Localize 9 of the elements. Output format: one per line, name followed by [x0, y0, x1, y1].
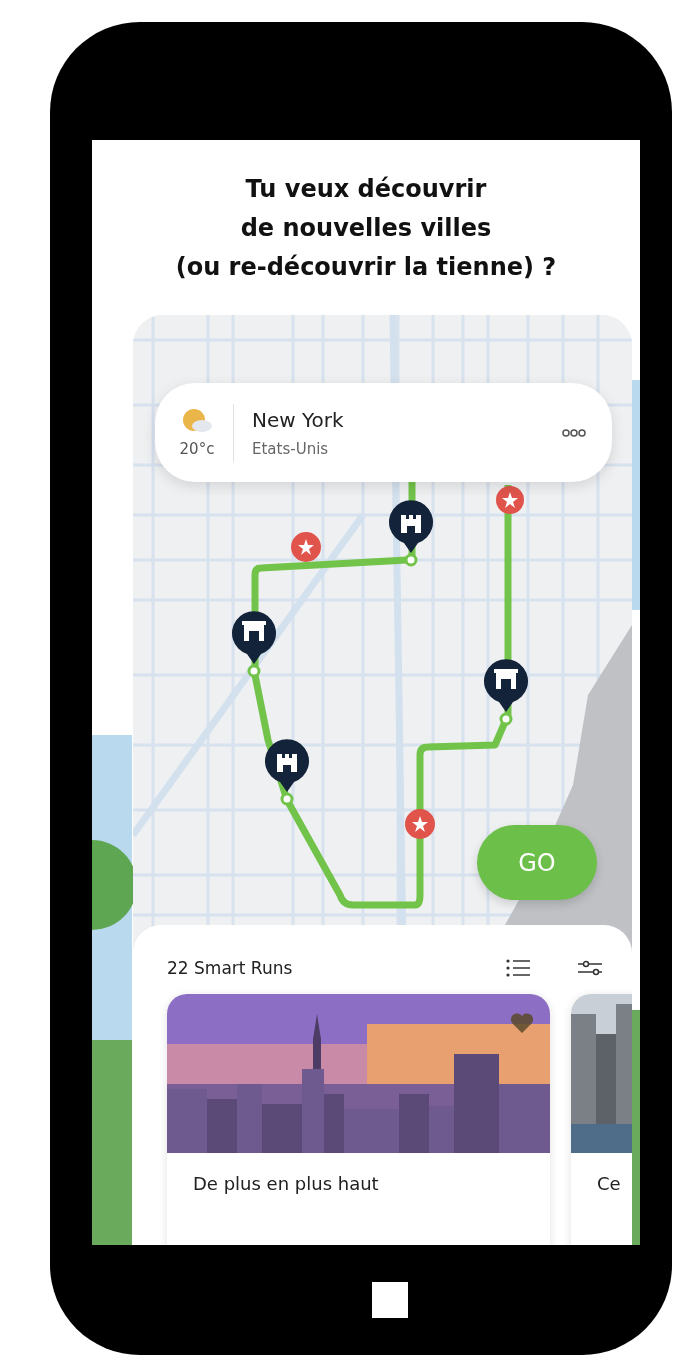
run-title: Ce	[596, 1172, 622, 1194]
country-name: Etats-Unis	[252, 439, 330, 458]
temperature: 20°c	[179, 439, 215, 458]
run-card[interactable]: De plus en plus haut	[167, 994, 550, 1245]
run-card[interactable]: Ce	[571, 994, 632, 1245]
sheet-title: 22 Smart Runs	[167, 958, 294, 978]
city-name: New York	[252, 407, 345, 432]
run-title: De plus en plus haut	[192, 1172, 380, 1194]
headline: Tu veux découvrir de nouvelles villes (ou re-découvrir la tienne) ?	[174, 174, 558, 283]
